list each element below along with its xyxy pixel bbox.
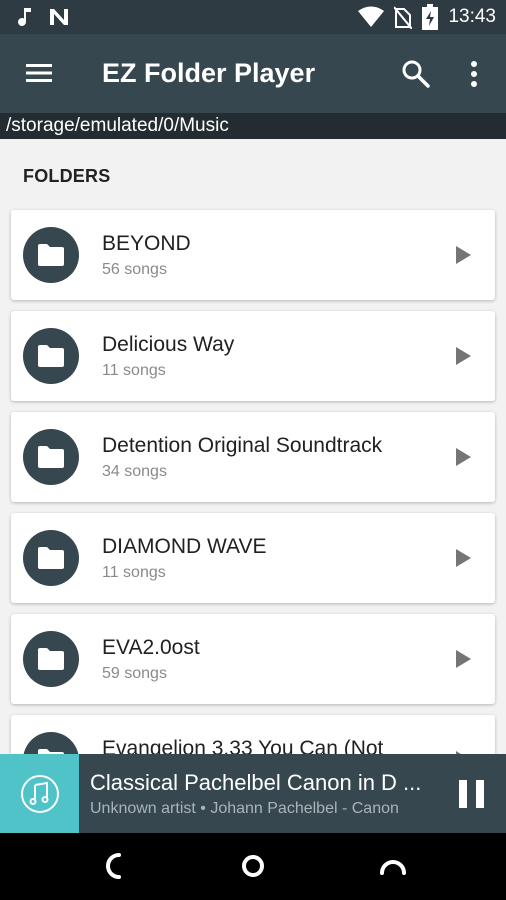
folder-icon: [23, 227, 79, 283]
folder-song-count: 34 songs: [102, 463, 167, 480]
folder-name: Delicious Way: [102, 333, 235, 356]
section-title: FOLDERS: [23, 166, 111, 186]
n-notification-icon: [50, 9, 68, 25]
folder-icon: [23, 631, 79, 687]
folder-name: Evangelion 3.33 You Can (Not: [102, 737, 384, 754]
home-icon[interactable]: [238, 851, 268, 881]
menu-icon[interactable]: [22, 58, 56, 88]
status-bar: 13:43: [0, 0, 506, 34]
music-note-icon: [18, 8, 31, 26]
play-icon[interactable]: [451, 446, 473, 468]
folder-item[interactable]: Evangelion 3.33 You Can (Not: [11, 715, 495, 754]
music-note-icon: [20, 774, 59, 813]
folder-name: Detention Original Soundtrack: [102, 434, 383, 457]
folder-song-count: 56 songs: [102, 261, 167, 278]
folder-item[interactable]: EVA2.0ost 59 songs: [11, 614, 495, 704]
folder-icon: [23, 328, 79, 384]
back-icon[interactable]: [99, 851, 129, 881]
play-icon[interactable]: [451, 547, 473, 569]
recents-icon[interactable]: [378, 851, 408, 881]
battery-charging-icon: [422, 4, 439, 30]
folder-name: BEYOND: [102, 232, 191, 255]
more-vert-icon[interactable]: [462, 56, 486, 92]
folder-song-count: 59 songs: [102, 665, 167, 682]
folder-song-count: 11 songs: [102, 362, 166, 379]
folder-name: DIAMOND WAVE: [102, 535, 267, 558]
system-nav-bar: [0, 833, 506, 900]
folder-song-count: 11 songs: [102, 564, 166, 581]
app-title: EZ Folder Player: [102, 58, 316, 88]
folder-item[interactable]: Delicious Way 11 songs: [11, 311, 495, 401]
play-icon[interactable]: [451, 345, 473, 367]
folder-list: BEYOND 56 songs Delicious Way 11 songs D…: [11, 210, 495, 754]
album-art[interactable]: [0, 754, 79, 833]
play-icon[interactable]: [451, 648, 473, 670]
folder-icon: [23, 732, 79, 754]
clock: 13:43: [448, 6, 496, 27]
pause-icon[interactable]: [456, 776, 488, 812]
folder-icon: [23, 429, 79, 485]
folder-name: EVA2.0ost: [102, 636, 200, 659]
folder-item[interactable]: BEYOND 56 songs: [11, 210, 495, 300]
now-playing-title: Classical Pachelbel Canon in D ...: [90, 770, 422, 795]
now-playing-bar[interactable]: Classical Pachelbel Canon in D ... Unkno…: [0, 754, 506, 833]
play-icon[interactable]: [451, 244, 473, 266]
search-icon[interactable]: [400, 58, 432, 90]
folder-icon: [23, 530, 79, 586]
folder-item[interactable]: DIAMOND WAVE 11 songs: [11, 513, 495, 603]
now-playing-subtitle: Unknown artist • Johann Pachelbel - Cano…: [90, 800, 399, 817]
app-bar: EZ Folder Player: [0, 34, 506, 113]
folder-list-area[interactable]: FOLDERS BEYOND 56 songs Delicious Way 11…: [0, 139, 506, 754]
folder-item[interactable]: Detention Original Soundtrack 34 songs: [11, 412, 495, 502]
current-path: /storage/emulated/0/Music: [0, 113, 506, 139]
wifi-icon: [358, 6, 385, 27]
no-sim-icon: [394, 6, 413, 29]
